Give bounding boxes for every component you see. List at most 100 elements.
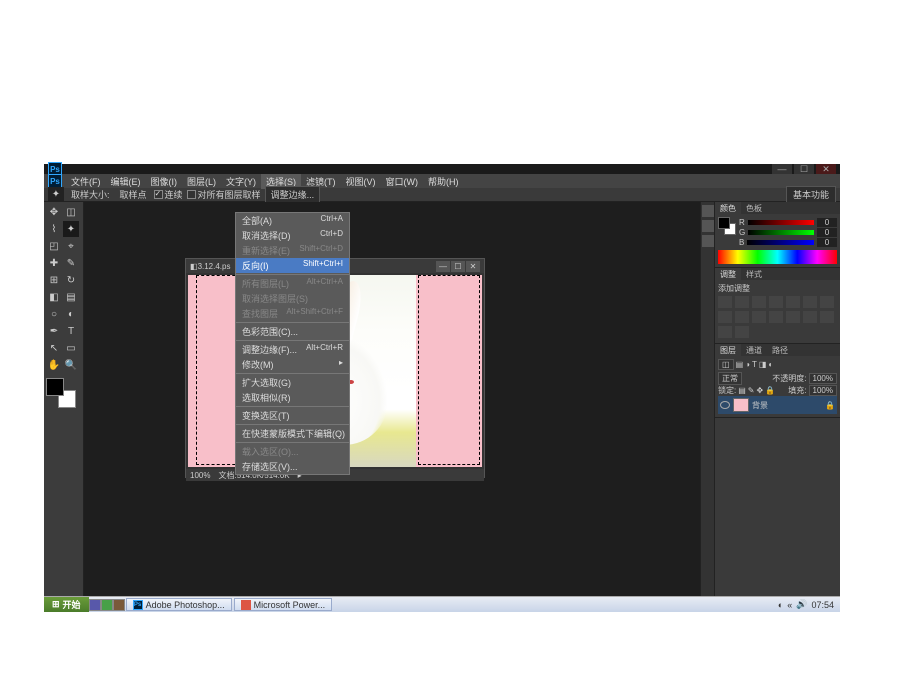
lock-icon[interactable]: ▤ <box>738 386 746 395</box>
tab-styles[interactable]: 样式 <box>741 268 767 280</box>
color-balance-icon[interactable] <box>820 296 834 308</box>
minimize-button[interactable]: — <box>772 164 792 174</box>
pen-tool[interactable]: ✒ <box>46 323 62 339</box>
gradient-map-icon[interactable] <box>820 311 834 323</box>
threshold-icon[interactable] <box>803 311 817 323</box>
menu-item[interactable]: 存储选区(V)... <box>236 459 349 474</box>
refine-edge-button[interactable]: 调整边缘... <box>265 186 321 203</box>
lock-icon[interactable]: ✥ <box>757 386 764 395</box>
opacity-value[interactable]: 100% <box>809 373 837 384</box>
dodge-tool[interactable]: ◐ <box>63 306 79 322</box>
filter-icon[interactable]: ▤ <box>736 360 744 369</box>
fill-value[interactable]: 100% <box>809 385 837 396</box>
fg-bg-swatch[interactable] <box>46 378 76 408</box>
menu-window[interactable]: 窗口(W) <box>381 174 424 189</box>
bw-icon[interactable] <box>718 311 732 323</box>
taskbar-task-photoshop[interactable]: Ps Adobe Photoshop... <box>126 598 232 611</box>
menu-item[interactable]: 在快速蒙版模式下编辑(Q) <box>236 426 349 441</box>
menu-layer[interactable]: 图层(L) <box>182 174 221 189</box>
tab-layers[interactable]: 图层 <box>715 344 741 356</box>
lock-icon[interactable]: ✎ <box>748 386 755 395</box>
quicklaunch-desktop-icon[interactable] <box>101 599 113 611</box>
filter-icon[interactable]: ◑ <box>745 360 750 369</box>
layer-thumbnail[interactable] <box>733 398 749 412</box>
eyedropper-tool[interactable]: ⌖ <box>63 238 79 254</box>
exposure-icon[interactable] <box>769 296 783 308</box>
menu-item[interactable]: 全部(A)Ctrl+A <box>236 213 349 228</box>
blur-tool[interactable]: ○ <box>46 306 62 322</box>
sample-value[interactable]: 取样点 <box>117 188 150 201</box>
doc-max-button[interactable]: ☐ <box>451 261 465 272</box>
menu-item[interactable]: 扩大选取(G) <box>236 375 349 390</box>
menu-item[interactable]: 选取相似(R) <box>236 390 349 405</box>
quicklaunch-ie-icon[interactable] <box>89 599 101 611</box>
hue-icon[interactable] <box>803 296 817 308</box>
photo-filter-icon[interactable] <box>735 311 749 323</box>
menu-item[interactable]: 调整边缘(F)...Alt+Ctrl+R <box>236 342 349 357</box>
quicklaunch-explorer-icon[interactable] <box>113 599 125 611</box>
tab-paths[interactable]: 路径 <box>767 344 793 356</box>
panel-strip-icon[interactable] <box>702 220 714 232</box>
type-tool[interactable]: T <box>63 323 79 339</box>
filter-kind[interactable]: ◫ <box>718 359 734 370</box>
levels-icon[interactable] <box>735 296 749 308</box>
eraser-tool[interactable]: ◧ <box>46 289 62 305</box>
filter-icon[interactable]: T <box>752 360 757 369</box>
curves-icon[interactable] <box>752 296 766 308</box>
crop-tool[interactable]: ◰ <box>46 238 62 254</box>
tray-icon[interactable]: ◐ <box>778 600 783 610</box>
all-layers-check[interactable]: 对所有图层取样 <box>187 188 261 201</box>
clock[interactable]: 07:54 <box>811 600 834 610</box>
brightness-icon[interactable] <box>718 296 732 308</box>
b-value[interactable]: 0 <box>817 238 837 247</box>
healing-tool[interactable]: ✚ <box>46 255 62 271</box>
menu-file[interactable]: 文件(F) <box>66 174 106 189</box>
fg-color[interactable] <box>46 378 64 396</box>
menu-help[interactable]: 帮助(H) <box>423 174 464 189</box>
vibrance-icon[interactable] <box>786 296 800 308</box>
g-slider[interactable] <box>748 230 814 235</box>
move-tool[interactable]: ✥ <box>46 204 62 220</box>
gradient-tool[interactable]: ▤ <box>63 289 79 305</box>
start-button[interactable]: ⊞ 开始 <box>44 597 89 612</box>
taskbar-task-powerpoint[interactable]: Microsoft Power... <box>234 598 333 611</box>
b-slider[interactable] <box>747 240 814 245</box>
posterize-icon[interactable] <box>786 311 800 323</box>
selective-color-icon[interactable] <box>718 326 732 338</box>
panel-strip-icon[interactable] <box>702 205 714 217</box>
blend-mode[interactable]: 正常 <box>718 372 742 385</box>
color-spectrum[interactable] <box>718 250 837 264</box>
stamp-tool[interactable]: ⊞ <box>46 272 62 288</box>
brush-tool[interactable]: ✎ <box>63 255 79 271</box>
tray-icon[interactable]: 🔊 <box>796 599 807 610</box>
magic-wand-tool[interactable]: ✦ <box>63 221 79 237</box>
tray-icon[interactable]: « <box>787 600 792 610</box>
menu-edit[interactable]: 编辑(E) <box>106 174 146 189</box>
menu-item[interactable]: 变换选区(T) <box>236 408 349 423</box>
panel-strip-icon[interactable] <box>702 235 714 247</box>
filter-icon[interactable]: ◐ <box>768 360 773 369</box>
path-tool[interactable]: ↖ <box>46 340 62 356</box>
r-slider[interactable] <box>748 220 814 225</box>
doc-min-button[interactable]: — <box>436 261 450 272</box>
marquee-tool[interactable]: ◫ <box>63 204 79 220</box>
maximize-button[interactable]: ☐ <box>794 164 814 174</box>
menu-item[interactable]: 取消选择(D)Ctrl+D <box>236 228 349 243</box>
workspace-essential-button[interactable]: 基本功能 <box>786 186 836 203</box>
shape-tool[interactable]: ▭ <box>63 340 79 356</box>
tab-color[interactable]: 颜色 <box>715 202 741 214</box>
lock-icon[interactable]: 🔒 <box>765 386 775 395</box>
menu-item[interactable]: 反向(I)Shift+Ctrl+I <box>236 258 349 273</box>
hand-tool[interactable]: ✋ <box>46 357 62 373</box>
filter-icon[interactable]: ◨ <box>759 360 767 369</box>
lasso-tool[interactable]: ⌇ <box>46 221 62 237</box>
tab-adjustments[interactable]: 调整 <box>715 268 741 280</box>
contiguous-check[interactable]: 连续 <box>154 188 183 201</box>
invert-icon[interactable] <box>769 311 783 323</box>
r-value[interactable]: 0 <box>817 218 837 227</box>
channel-mixer-icon[interactable] <box>752 311 766 323</box>
zoom-tool[interactable]: 🔍 <box>63 357 79 373</box>
tab-swatches[interactable]: 色板 <box>741 202 767 214</box>
menu-type[interactable]: 文字(Y) <box>221 174 261 189</box>
layer-item-background[interactable]: 背景 🔒 <box>718 396 837 414</box>
